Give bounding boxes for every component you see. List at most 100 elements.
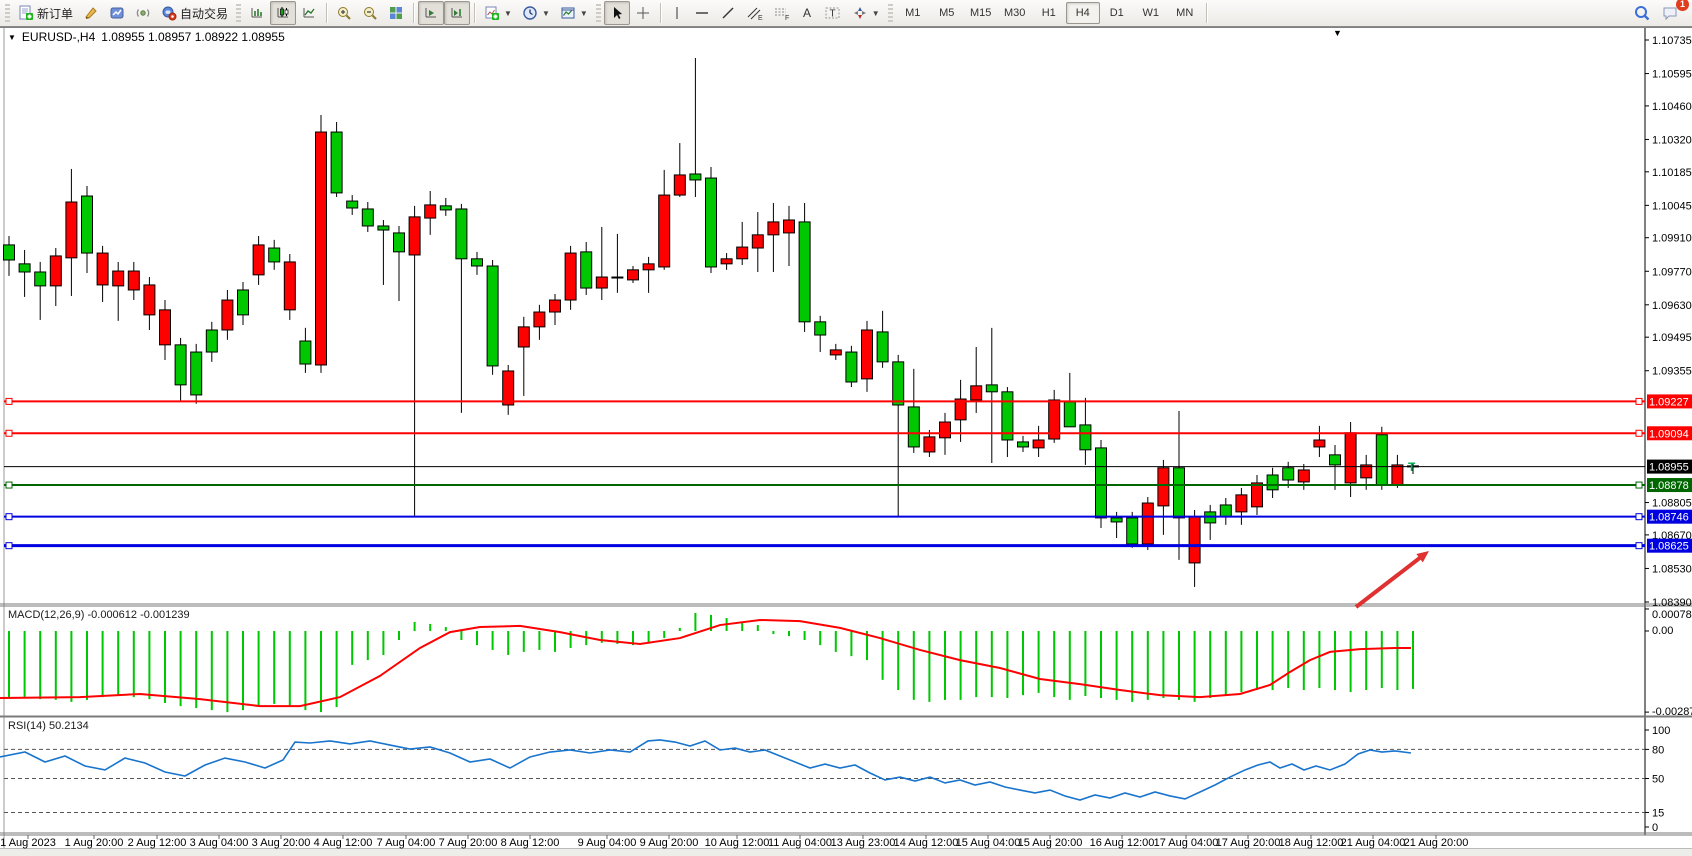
svg-text:F: F xyxy=(785,15,789,21)
svg-text:13 Aug 23:00: 13 Aug 23:00 xyxy=(831,837,896,849)
svg-text:1.10045: 1.10045 xyxy=(1652,200,1692,212)
time-axis: 1 Aug 20231 Aug 20:002 Aug 12:003 Aug 04… xyxy=(0,835,1468,849)
auto-scroll-button[interactable] xyxy=(418,1,444,25)
periods-dropdown-button[interactable]: ▼ xyxy=(517,1,555,25)
svg-text:50: 50 xyxy=(1652,774,1664,786)
notifications-button[interactable]: 1 xyxy=(1656,1,1684,25)
svg-text:1.08746: 1.08746 xyxy=(1649,512,1689,524)
window-corner-marker-icon[interactable]: ▼ xyxy=(1333,28,1342,38)
svg-text:1.08530: 1.08530 xyxy=(1652,563,1692,575)
auto-trading-button[interactable]: 自动交易 xyxy=(156,1,233,25)
templates-dropdown-button[interactable]: ▼ xyxy=(555,1,593,25)
chart-title-row: ▼ EURUSD-,H4 1.08955 1.08957 1.08922 1.0… xyxy=(8,30,285,44)
svg-text:10 Aug 12:00: 10 Aug 12:00 xyxy=(705,837,770,849)
equidistant-channel-tool-button[interactable]: E xyxy=(741,1,768,25)
tile-windows-icon xyxy=(388,5,404,21)
svg-text:1.10735: 1.10735 xyxy=(1652,35,1692,47)
text-icon: A xyxy=(800,5,814,21)
indicators-dropdown-button[interactable]: ▼ xyxy=(479,1,517,25)
template-icon xyxy=(560,5,576,21)
svg-text:1.09910: 1.09910 xyxy=(1652,233,1692,245)
text-tool-button[interactable]: A xyxy=(795,1,819,25)
rsi-pane-label: RSI(14) 50.2134 xyxy=(8,720,89,732)
svg-text:100: 100 xyxy=(1652,725,1670,737)
bar-chart-mode-button[interactable] xyxy=(244,1,270,25)
auto-trading-label: 自动交易 xyxy=(180,5,228,22)
fibonacci-tool-button[interactable]: F xyxy=(768,1,795,25)
zoom-in-button[interactable] xyxy=(331,1,357,25)
macd-indicator-values: -0.000612 -0.001239 xyxy=(87,609,189,621)
cursor-tool-button[interactable] xyxy=(604,1,630,25)
chevron-down-icon: ▼ xyxy=(872,9,880,18)
timeframe-m5-button[interactable]: M5 xyxy=(930,2,964,24)
svg-text:T: T xyxy=(829,9,835,20)
timeframe-m1-button[interactable]: M1 xyxy=(896,2,930,24)
svg-text:9 Aug 20:00: 9 Aug 20:00 xyxy=(640,837,699,849)
timeframe-h1-button[interactable]: H1 xyxy=(1032,2,1066,24)
svg-text:1.10185: 1.10185 xyxy=(1652,167,1692,179)
horizontal-line-tool-button[interactable] xyxy=(689,1,715,25)
zoom-out-button[interactable] xyxy=(357,1,383,25)
rsi-indicator-value: 50.2134 xyxy=(49,720,89,732)
search-button[interactable] xyxy=(1628,1,1656,25)
line-chart-icon xyxy=(301,5,317,21)
chart-shift-button[interactable] xyxy=(444,1,470,25)
notification-badge: 1 xyxy=(1676,0,1689,11)
toolbar-separator xyxy=(413,3,414,23)
profile-chart-icon xyxy=(109,5,125,21)
profiles-button[interactable] xyxy=(104,1,130,25)
vertical-line-tool-button[interactable] xyxy=(665,1,689,25)
crosshair-icon xyxy=(635,5,651,21)
timeframe-w1-button[interactable]: W1 xyxy=(1134,2,1168,24)
toolbar-grip[interactable] xyxy=(888,4,893,22)
chart-symbol-title: EURUSD-,H4 xyxy=(22,30,95,44)
arrows-dropdown-button[interactable]: ▼ xyxy=(847,1,885,25)
new-order-button[interactable]: 新订单 xyxy=(13,1,78,25)
timeframe-d1-button[interactable]: D1 xyxy=(1100,2,1134,24)
macd-indicator-name: MACD(12,26,9) xyxy=(8,609,84,621)
crosshair-tool-button[interactable] xyxy=(630,1,656,25)
fibonacci-icon: F xyxy=(773,5,790,21)
toolbar-separator xyxy=(326,3,327,23)
timeframe-mn-button[interactable]: MN xyxy=(1168,2,1202,24)
svg-text:1.08878: 1.08878 xyxy=(1649,480,1689,492)
timeframe-h4-button[interactable]: H4 xyxy=(1066,2,1100,24)
toolbar-grip[interactable] xyxy=(5,4,10,22)
text-label-tool-button[interactable]: T xyxy=(819,1,847,25)
timeframe-m30-button[interactable]: M30 xyxy=(998,2,1032,24)
svg-text:14 Aug 12:00: 14 Aug 12:00 xyxy=(894,837,959,849)
new-order-label: 新订单 xyxy=(37,5,73,22)
timeframe-m15-button[interactable]: M15 xyxy=(964,2,998,24)
chart-window[interactable]: ▼ EURUSD-,H4 1.08955 1.08957 1.08922 1.0… xyxy=(0,27,1692,856)
svg-text:1.09227: 1.09227 xyxy=(1649,396,1689,408)
svg-text:1.09770: 1.09770 xyxy=(1652,266,1692,278)
zoom-in-icon xyxy=(336,5,352,21)
svg-text:8 Aug 12:00: 8 Aug 12:00 xyxy=(501,837,560,849)
svg-text:0.00078: 0.00078 xyxy=(1652,609,1692,621)
svg-text:15: 15 xyxy=(1652,807,1664,819)
svg-text:0: 0 xyxy=(1652,822,1658,834)
toolbar-grip[interactable] xyxy=(236,4,241,22)
chart-ohlc-quotes: 1.08955 1.08957 1.08922 1.08955 xyxy=(101,30,285,44)
collapse-triangle-icon[interactable]: ▼ xyxy=(8,33,16,42)
auto-trading-icon xyxy=(161,5,177,21)
tile-windows-button[interactable] xyxy=(383,1,409,25)
macd-pane-label: MACD(12,26,9) -0.000612 -0.001239 xyxy=(8,609,190,621)
horizontal-line-icon xyxy=(694,5,710,21)
chart-shift-icon xyxy=(449,5,465,21)
cursor-icon xyxy=(609,5,625,21)
svg-text:1.09630: 1.09630 xyxy=(1652,300,1692,312)
svg-text:1 Aug 2023: 1 Aug 2023 xyxy=(0,837,56,849)
svg-text:7 Aug 20:00: 7 Aug 20:00 xyxy=(439,837,498,849)
candlesticks xyxy=(4,58,1419,587)
chart-canvas[interactable]: 1.107351.105951.104601.103201.101851.100… xyxy=(0,27,1692,856)
toolbar-grip[interactable] xyxy=(596,4,601,22)
rsi-pane: 1008050150 xyxy=(0,725,1670,834)
candlestick-mode-button[interactable] xyxy=(270,1,296,25)
bar-chart-icon xyxy=(249,5,265,21)
signals-button[interactable] xyxy=(130,1,156,25)
svg-text:1.08805: 1.08805 xyxy=(1652,498,1692,510)
line-chart-mode-button[interactable] xyxy=(296,1,322,25)
trendline-tool-button[interactable] xyxy=(715,1,741,25)
styler-button[interactable] xyxy=(78,1,104,25)
